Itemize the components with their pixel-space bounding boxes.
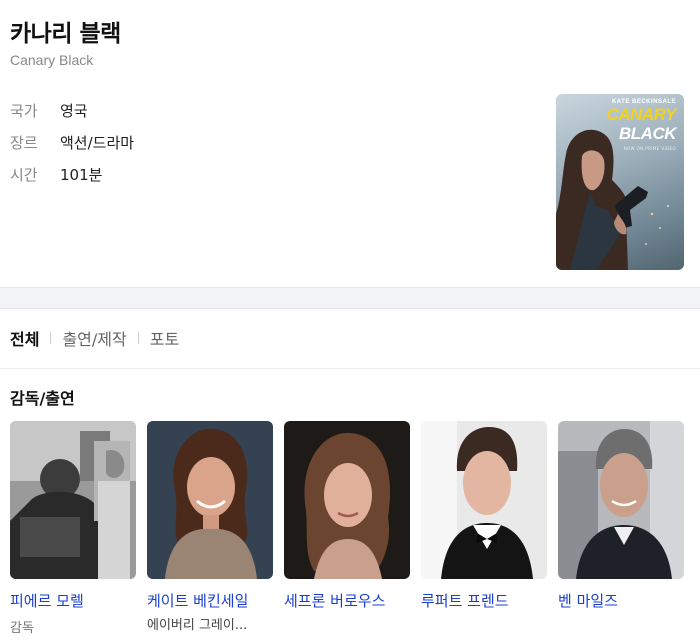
meta-row-runtime: 시간 101분 bbox=[10, 158, 134, 190]
movie-info-page: 카나리 블랙 Canary Black 국가 영국 장르 액션/드라마 시간 1… bbox=[0, 0, 700, 644]
person-name[interactable]: 피에르 모렐 bbox=[10, 590, 136, 611]
meta-value: 액션/드라마 bbox=[60, 133, 135, 152]
movie-poster[interactable]: KATE BECKINSALE CANARY BLACK NOW ON PRIM… bbox=[556, 94, 684, 270]
movie-original-title: Canary Black bbox=[10, 52, 94, 68]
person-photo[interactable] bbox=[421, 421, 547, 579]
meta-key: 시간 bbox=[10, 165, 38, 184]
poster-tagline: NOW ON PRIME VIDEO bbox=[623, 146, 676, 151]
cast-card[interactable]: 케이트 베킨세일 에이버리 그레이... bbox=[147, 421, 273, 636]
meta-row-genre: 장르 액션/드라마 bbox=[10, 126, 134, 158]
person-photo-art bbox=[558, 421, 684, 579]
tabs-divider bbox=[0, 368, 700, 369]
person-name[interactable]: 루퍼트 프렌드 bbox=[421, 590, 547, 611]
person-name[interactable]: 케이트 베킨세일 bbox=[147, 590, 273, 611]
cast-card[interactable]: 벤 마일즈 bbox=[558, 421, 684, 636]
person-name[interactable]: 세프론 버로우스 bbox=[284, 590, 410, 611]
person-photo[interactable] bbox=[147, 421, 273, 579]
cast-card[interactable]: 루퍼트 프렌드 bbox=[421, 421, 547, 636]
person-character: 에이버리 그레이... bbox=[147, 618, 248, 633]
section-divider bbox=[0, 287, 700, 309]
tab-cast-crew[interactable]: 출연/제작 bbox=[62, 326, 126, 350]
cast-list: 피에르 모렐 감독 케이트 베킨세일 에이버리 그레이... 세프론 버로우스 … bbox=[10, 421, 684, 636]
poster-title-line2: BLACK bbox=[619, 124, 677, 143]
meta-row-country: 국가 영국 bbox=[10, 94, 134, 126]
person-photo-art bbox=[10, 421, 136, 579]
person-photo[interactable] bbox=[10, 421, 136, 579]
movie-meta-list: 국가 영국 장르 액션/드라마 시간 101분 bbox=[10, 94, 134, 190]
content-tabs: 전체 출연/제작 포토 bbox=[10, 326, 179, 350]
meta-value: 101분 bbox=[60, 165, 103, 184]
meta-key: 국가 bbox=[10, 101, 38, 120]
movie-title: 카나리 블랙 bbox=[10, 21, 121, 47]
poster-title-line1: CANARY bbox=[606, 105, 677, 124]
person-photo[interactable] bbox=[558, 421, 684, 579]
tab-photos[interactable]: 포토 bbox=[150, 326, 179, 350]
tab-separator bbox=[137, 332, 139, 344]
tab-all[interactable]: 전체 bbox=[10, 326, 39, 350]
cast-card[interactable]: 피에르 모렐 감독 bbox=[10, 421, 136, 636]
person-photo[interactable] bbox=[284, 421, 410, 579]
person-photo-art bbox=[147, 421, 273, 579]
cast-section-title: 감독/출연 bbox=[10, 389, 75, 408]
tab-separator bbox=[50, 332, 52, 344]
person-role: 감독 bbox=[10, 621, 34, 636]
cast-card[interactable]: 세프론 버로우스 bbox=[284, 421, 410, 636]
person-photo-art bbox=[421, 421, 547, 579]
person-photo-art bbox=[284, 421, 410, 579]
meta-value: 영국 bbox=[60, 101, 88, 120]
person-name[interactable]: 벤 마일즈 bbox=[558, 590, 684, 611]
movie-info-panel: 카나리 블랙 Canary Black 국가 영국 장르 액션/드라마 시간 1… bbox=[0, 0, 700, 287]
meta-key: 장르 bbox=[10, 133, 38, 152]
